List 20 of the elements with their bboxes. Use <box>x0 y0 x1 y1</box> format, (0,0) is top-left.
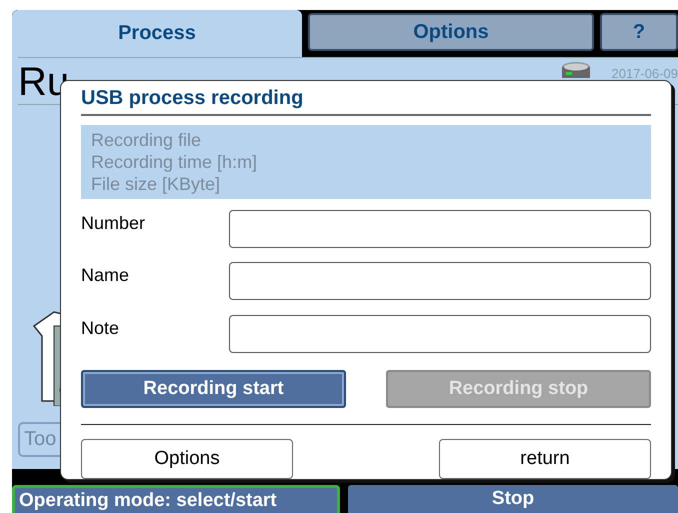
info-line: Recording file <box>91 129 202 151</box>
field-label: Name <box>81 264 130 286</box>
info-line: Recording time [h:m] <box>91 151 258 173</box>
drum-icon <box>562 62 590 78</box>
input-field[interactable] <box>229 314 651 353</box>
dialog-button[interactable]: Options <box>81 438 293 479</box>
tab[interactable]: Process <box>12 10 302 57</box>
stop-button[interactable]: Stop <box>348 485 678 513</box>
dialog-title: USB process recording <box>81 87 651 116</box>
operating-mode-button[interactable]: Operating mode: select/start <box>12 485 340 513</box>
info-line: File size [KByte] <box>91 173 222 195</box>
tab[interactable]: ? <box>600 13 678 51</box>
input-field[interactable] <box>229 210 651 248</box>
tab[interactable]: Options <box>308 13 594 51</box>
input-field[interactable] <box>229 262 651 300</box>
dialog-button[interactable]: return <box>439 438 651 479</box>
field-label: Note <box>81 316 120 339</box>
field-label: Number <box>81 212 146 234</box>
date-text: 2017-06-09 <box>612 66 678 81</box>
recording-button[interactable]: Recording start <box>81 370 346 408</box>
